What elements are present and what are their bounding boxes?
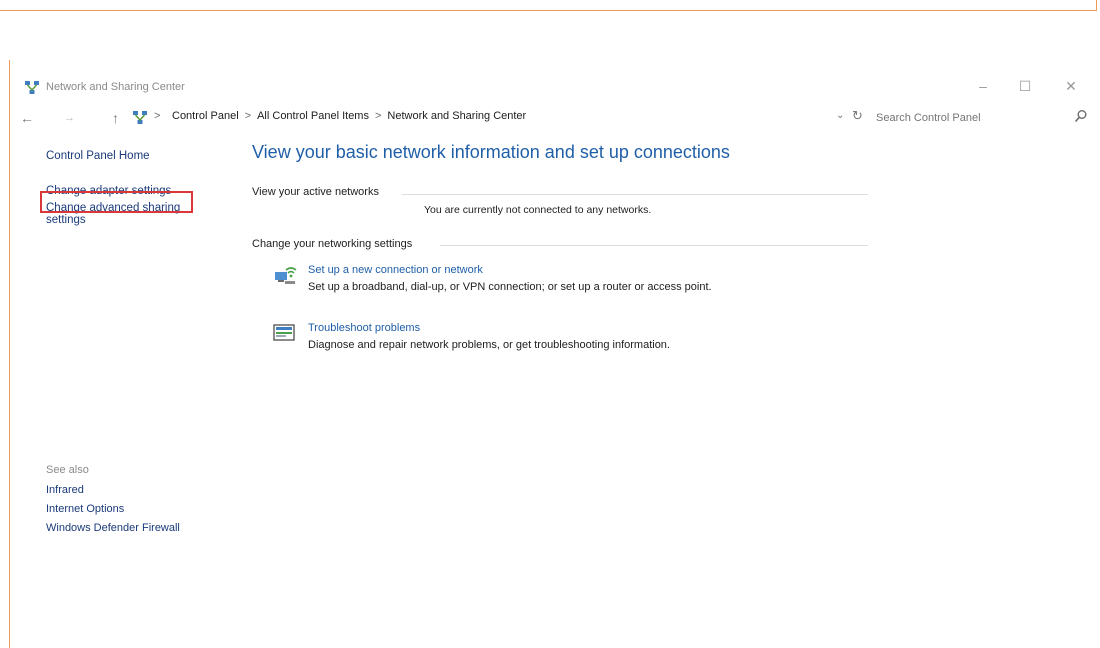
active-networks-heading: View your active networks — [252, 186, 379, 198]
windows-defender-firewall-link[interactable]: Windows Defender Firewall — [46, 522, 180, 534]
close-button[interactable]: ✕ — [1056, 78, 1086, 95]
highlight-box — [40, 191, 193, 213]
main-content: View your basic network information and … — [252, 142, 872, 163]
breadcrumb-separator[interactable]: > — [375, 110, 381, 122]
see-also-section: See also Infrared Internet Options Windo… — [46, 464, 180, 541]
back-arrow-icon[interactable]: ← — [20, 108, 34, 128]
search-icon[interactable] — [1074, 109, 1088, 128]
control-panel-icon — [132, 110, 148, 131]
up-arrow-icon[interactable]: ↑ — [112, 108, 119, 128]
breadcrumb: Control Panel > All Control Panel Items > Ne… — [172, 110, 526, 122]
change-advanced-sharing-line2: settings — [46, 214, 86, 226]
troubleshoot-link[interactable]: Troubleshoot problems — [308, 322, 420, 334]
new-connection-icon — [272, 264, 298, 293]
internet-options-link[interactable]: Internet Options — [46, 503, 180, 515]
control-panel-home-link[interactable]: Control Panel Home — [46, 150, 236, 162]
breadcrumb-control-panel[interactable]: Control Panel — [172, 110, 239, 122]
infrared-link[interactable]: Infrared — [46, 484, 180, 496]
refresh-icon[interactable]: ↻ — [852, 108, 863, 124]
minimize-button[interactable]: – — [968, 78, 998, 94]
frame-top-border — [0, 0, 1097, 11]
change-settings-heading: Change your networking settings — [252, 238, 413, 250]
network-center-icon — [24, 80, 40, 101]
search-input[interactable] — [868, 109, 1064, 127]
title-bar: Network and Sharing Center – ☐ ✕ — [20, 78, 1096, 100]
breadcrumb-network-center[interactable]: Network and Sharing Center — [387, 110, 526, 122]
breadcrumb-separator[interactable]: > — [245, 110, 251, 122]
frame-left-border — [9, 60, 10, 648]
page-title: View your basic network information and … — [252, 142, 730, 162]
window-title: Network and Sharing Center — [46, 81, 185, 93]
not-connected-text: You are currently not connected to any n… — [424, 204, 652, 216]
troubleshoot-description: Diagnose and repair network problems, or… — [308, 339, 670, 351]
breadcrumb-chevron-icon[interactable]: > — [154, 110, 160, 122]
section-divider — [440, 245, 868, 246]
forward-arrow-icon[interactable]: → — [64, 108, 75, 128]
address-dropdown-icon[interactable]: ⌄ — [836, 110, 844, 121]
section-divider — [402, 194, 868, 195]
breadcrumb-all-items[interactable]: All Control Panel Items — [257, 110, 369, 122]
maximize-button[interactable]: ☐ — [1010, 78, 1040, 95]
troubleshoot-icon — [272, 322, 298, 351]
setup-connection-link[interactable]: Set up a new connection or network — [308, 264, 483, 276]
address-bar: ← → ↑ > Control Panel > All Control Panel … — [20, 108, 1096, 128]
left-nav: Control Panel Home Change adapter settin… — [46, 150, 236, 226]
search-box[interactable] — [868, 108, 1088, 128]
see-also-heading: See also — [46, 464, 89, 476]
setup-connection-description: Set up a broadband, dial-up, or VPN conn… — [308, 281, 712, 293]
